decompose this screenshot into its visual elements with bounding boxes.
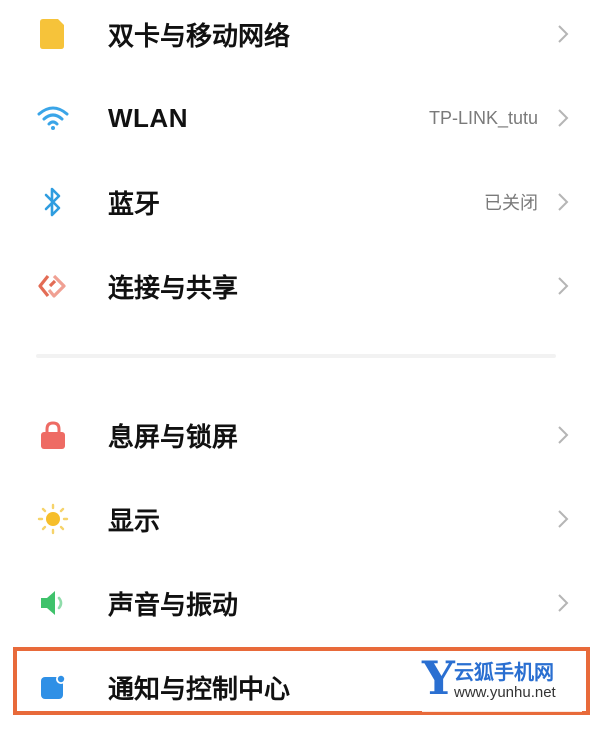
settings-item-label: 声音与振动 xyxy=(108,590,239,621)
connection-share-icon xyxy=(36,269,70,303)
settings-item-sim-network[interactable]: 双卡与移动网络 xyxy=(0,0,596,76)
settings-item-label: 双卡与移动网络 xyxy=(108,21,291,52)
group-divider xyxy=(36,354,556,358)
settings-item-display[interactable]: 显示 xyxy=(0,477,596,561)
settings-item-bluetooth[interactable]: 蓝牙 已关闭 xyxy=(0,160,596,244)
watermark-logo: Y xyxy=(422,651,455,705)
bluetooth-icon xyxy=(36,185,70,219)
chevron-right-icon xyxy=(558,109,569,127)
speaker-icon xyxy=(36,586,70,620)
watermark: Y 云狐手机网 www.yunhu.net xyxy=(422,652,582,712)
chevron-right-icon xyxy=(558,277,569,295)
settings-item-label: 显示 xyxy=(108,506,161,537)
lock-icon xyxy=(36,418,70,452)
wifi-icon xyxy=(36,101,70,135)
chevron-right-icon xyxy=(558,25,569,43)
settings-item-label: 蓝牙 xyxy=(108,189,161,220)
chevron-right-icon xyxy=(558,510,569,528)
bluetooth-status: 已关闭 xyxy=(484,193,538,214)
settings-item-lock-screen[interactable]: 息屏与锁屏 xyxy=(0,393,596,477)
settings-item-label: WLAN xyxy=(108,102,188,133)
settings-item-label: 连接与共享 xyxy=(108,273,239,304)
wlan-network-name: TP-LINK_tutu xyxy=(428,107,538,128)
settings-item-sound-vibration[interactable]: 声音与振动 xyxy=(0,561,596,645)
chevron-right-icon xyxy=(558,193,569,211)
watermark-url: www.yunhu.net xyxy=(454,684,556,701)
sim-card-icon xyxy=(36,17,70,51)
watermark-name: 云狐手机网 xyxy=(454,660,554,684)
chevron-right-icon xyxy=(558,594,569,612)
sun-icon xyxy=(36,502,70,536)
settings-item-wlan[interactable]: WLAN TP-LINK_tutu xyxy=(0,76,596,160)
settings-item-connection-sharing[interactable]: 连接与共享 xyxy=(0,244,596,328)
settings-item-label: 息屏与锁屏 xyxy=(108,422,239,453)
chevron-right-icon xyxy=(558,426,569,444)
